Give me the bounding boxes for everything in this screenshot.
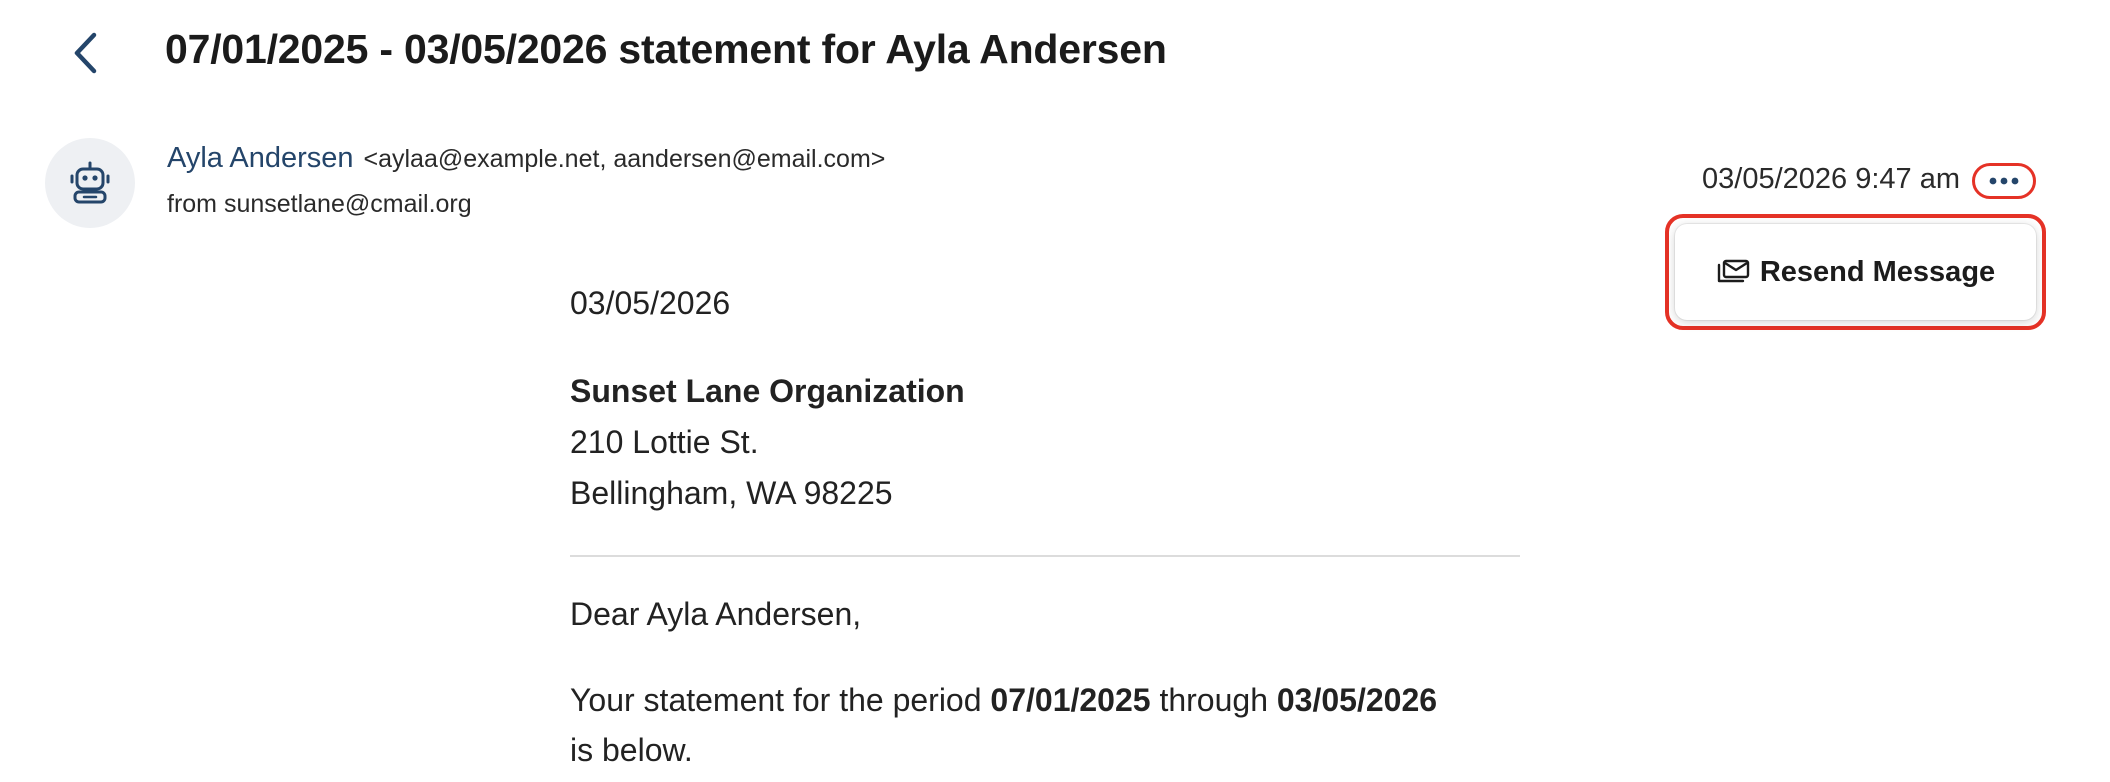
message-timestamp: 03/05/2026 9:47 am [1702, 163, 1960, 195]
through-word: through [1159, 682, 1268, 718]
sender-name[interactable]: Ayla Andersen [167, 142, 354, 175]
statement-suffix: is below. [570, 732, 693, 768]
back-button[interactable] [62, 30, 108, 76]
resend-message-button[interactable]: Resend Message [1716, 256, 1995, 289]
avatar [45, 138, 135, 228]
divider [570, 555, 1520, 557]
letter-body: 03/05/2026 Sunset Lane Organization 210 … [570, 282, 1520, 775]
letter-date: 03/05/2026 [570, 285, 731, 321]
more-options-button[interactable] [1972, 163, 2036, 199]
statement-prefix: Your statement for the period [570, 682, 982, 718]
address-line-1: 210 Lottie St. [570, 424, 759, 460]
statement-intro: Your statement for the period 07/01/2025… [570, 675, 1520, 775]
resend-message-label: Resend Message [1759, 255, 1996, 288]
organization-name: Sunset Lane Organization [570, 373, 965, 409]
sender-line: Ayla Andersen <aylaa@example.net, aander… [167, 142, 885, 175]
envelope-stack-icon [1717, 259, 1750, 283]
from-address: from sunsetlane@cmail.org [167, 190, 472, 218]
more-horizontal-icon [1989, 177, 2019, 185]
organization-address: Sunset Lane Organization 210 Lottie St. … [570, 366, 1520, 519]
recipient-emails: <aylaa@example.net, aandersen@email.com> [363, 145, 886, 173]
greeting: Dear Ayla Andersen, [570, 596, 862, 632]
robot-icon [70, 161, 110, 204]
address-line-2: Bellingham, WA 98225 [570, 475, 893, 511]
options-menu: Resend Message [1675, 224, 2036, 320]
page-title: 07/01/2025 - 03/05/2026 statement for Ay… [165, 26, 1167, 72]
period-start: 07/01/2025 [990, 682, 1151, 718]
chevron-left-icon [74, 32, 97, 74]
period-end: 03/05/2026 [1276, 682, 1438, 718]
